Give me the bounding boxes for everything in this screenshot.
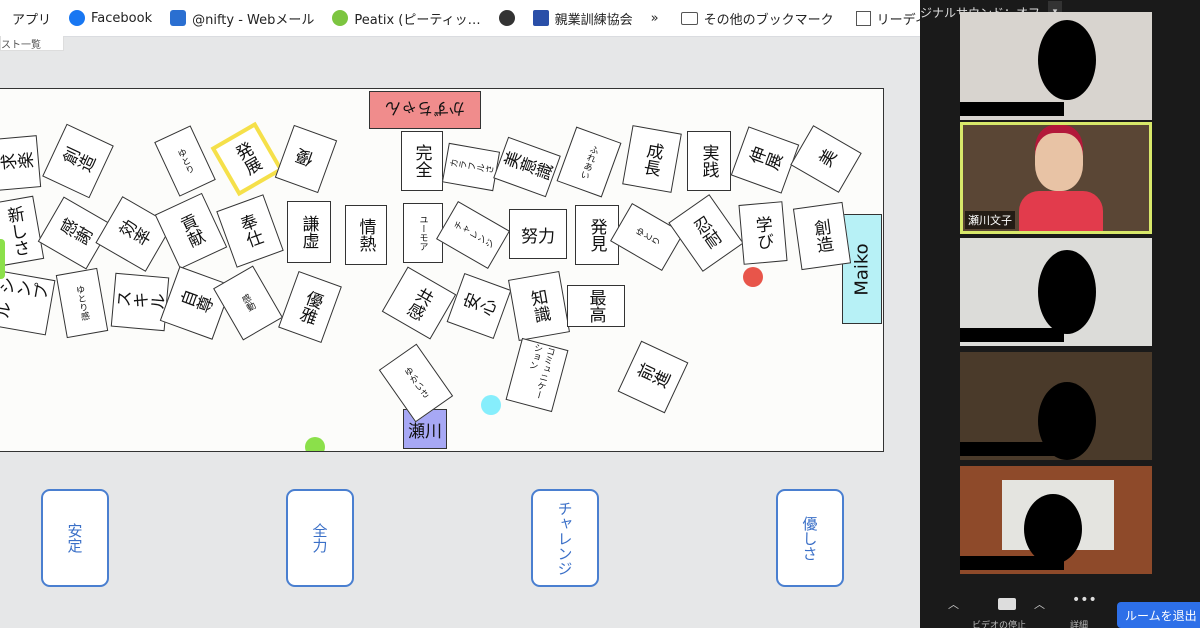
- bookmarks-more-button[interactable]: »: [651, 11, 659, 26]
- participant-name-bar: [960, 442, 1064, 456]
- avatar: [1038, 250, 1096, 334]
- value-card[interactable]: 成長: [622, 125, 682, 193]
- value-card[interactable]: 完全: [401, 131, 443, 191]
- leave-room-button[interactable]: ルームを退出: [1117, 602, 1200, 628]
- value-card[interactable]: 貢献: [154, 192, 228, 270]
- value-card[interactable]: 安心: [446, 273, 512, 339]
- value-card[interactable]: 忍耐: [668, 194, 744, 272]
- stop-video-label: ビデオの停止: [972, 621, 1027, 628]
- whiteboard[interactable]: かずちゃん Maiko 瀬川 求楽 創造 ゆとり 発展 優 完全 カラフルさ 美…: [0, 88, 884, 452]
- value-card-kindness[interactable]: 優しさ: [776, 489, 844, 587]
- zoom-gallery-panel: ジナルサウンド：オフ ▾ 瀬川文子 ︿ ︿ ••• ビデオの停止 詳細 ルームを…: [920, 0, 1200, 628]
- value-card[interactable]: 美意識: [493, 136, 561, 198]
- bookmark-globe[interactable]: [498, 10, 515, 26]
- chevron-up-icon[interactable]: ︿: [948, 596, 959, 612]
- value-card[interactable]: ユーモア: [403, 203, 443, 263]
- value-card[interactable]: 美: [790, 125, 862, 193]
- bookmark-facebook[interactable]: Facebook: [69, 10, 152, 26]
- folder-icon: [680, 11, 698, 25]
- green-marker[interactable]: [305, 437, 325, 451]
- site-icon: [532, 10, 549, 26]
- value-card[interactable]: 創造: [42, 123, 114, 199]
- value-card[interactable]: 知識: [508, 270, 570, 342]
- value-card[interactable]: 優雅: [278, 270, 342, 344]
- reading-list-icon: [855, 10, 871, 26]
- peatix-icon: [332, 10, 349, 26]
- value-card[interactable]: 新しさ: [0, 195, 45, 267]
- value-card[interactable]: ゆとり感: [55, 267, 109, 339]
- participant-name-label: 瀬川文子: [965, 211, 1015, 229]
- value-card-challenge[interactable]: チャレンジ: [531, 489, 599, 587]
- globe-icon: [498, 10, 515, 26]
- red-marker[interactable]: [743, 267, 763, 287]
- green-marker-left[interactable]: [0, 239, 5, 279]
- value-card[interactable]: ゆとり: [154, 125, 216, 197]
- value-card[interactable]: 努力: [509, 209, 567, 259]
- value-card[interactable]: 学び: [738, 201, 788, 265]
- facebook-icon: [69, 10, 86, 26]
- value-card[interactable]: 情熱: [345, 205, 387, 265]
- name-tag-kazuchan[interactable]: かずちゃん: [369, 91, 481, 129]
- bookmark-nifty[interactable]: @nifty - Webメール: [170, 9, 314, 28]
- value-card[interactable]: 前進: [617, 340, 689, 414]
- value-card[interactable]: ふれあい: [556, 126, 622, 198]
- value-card[interactable]: 共感: [381, 266, 457, 340]
- avatar-body: [1019, 191, 1103, 231]
- value-card-full-effort[interactable]: 全力: [286, 489, 354, 587]
- value-card[interactable]: 感動: [213, 265, 283, 341]
- name-tag-maiko[interactable]: Maiko: [842, 214, 882, 324]
- value-card[interactable]: 最高: [567, 285, 625, 327]
- value-card[interactable]: 創造: [792, 201, 852, 271]
- value-card[interactable]: 謙虚: [287, 201, 331, 263]
- value-card[interactable]: 伸展: [730, 126, 800, 194]
- participant-tile[interactable]: [960, 466, 1152, 574]
- value-card[interactable]: スキル: [110, 272, 170, 332]
- bookmark-apps[interactable]: アプリ: [6, 9, 51, 28]
- value-card[interactable]: 実践: [687, 131, 731, 191]
- value-card[interactable]: コミュニケーション: [505, 337, 569, 413]
- video-camera-icon[interactable]: [998, 598, 1016, 610]
- avatar: [1035, 133, 1083, 191]
- details-label: 詳細: [1070, 621, 1089, 628]
- avatar: [1024, 494, 1082, 564]
- participant-tile-active[interactable]: 瀬川文子: [960, 122, 1152, 234]
- value-card[interactable]: カラフルさ: [441, 142, 501, 192]
- cyan-marker[interactable]: [481, 395, 501, 415]
- value-card[interactable]: シンプル: [0, 270, 56, 336]
- value-card[interactable]: チャレンジ: [436, 200, 510, 270]
- value-card[interactable]: 優: [274, 124, 338, 194]
- participant-tile[interactable]: [960, 238, 1152, 346]
- value-card-stability[interactable]: 安定: [41, 489, 109, 587]
- chevron-up-icon[interactable]: ︿: [1034, 596, 1045, 612]
- more-icon[interactable]: •••: [1072, 592, 1097, 608]
- bookmark-peatix[interactable]: Peatix (ピーティッ…: [332, 9, 481, 28]
- reading-list-button[interactable]: リーディング リスト: [855, 9, 920, 28]
- avatar: [1038, 20, 1096, 100]
- participant-tile[interactable]: [960, 352, 1152, 460]
- bookmark-oyagyo[interactable]: 親業訓練協会: [532, 9, 633, 28]
- participant-tile[interactable]: [960, 12, 1152, 120]
- value-card[interactable]: 発展: [210, 121, 284, 197]
- value-card[interactable]: ゆとり: [610, 202, 684, 272]
- value-card[interactable]: 効率: [95, 196, 173, 272]
- value-card[interactable]: 奉仕: [216, 194, 284, 268]
- other-bookmarks-folder[interactable]: その他のブックマーク: [680, 9, 834, 28]
- nifty-icon: [170, 10, 187, 26]
- browser-window: アプリ Facebook @nifty - Webメール Peatix (ピーテ…: [0, 0, 920, 628]
- participant-name-bar: [960, 556, 1064, 570]
- value-card[interactable]: 求楽: [0, 135, 42, 191]
- participant-name-bar: [960, 328, 1064, 342]
- participant-name-bar: [960, 102, 1064, 116]
- list-tab-chip[interactable]: スト一覧: [0, 36, 64, 51]
- bookmarks-bar: アプリ Facebook @nifty - Webメール Peatix (ピーテ…: [0, 0, 920, 37]
